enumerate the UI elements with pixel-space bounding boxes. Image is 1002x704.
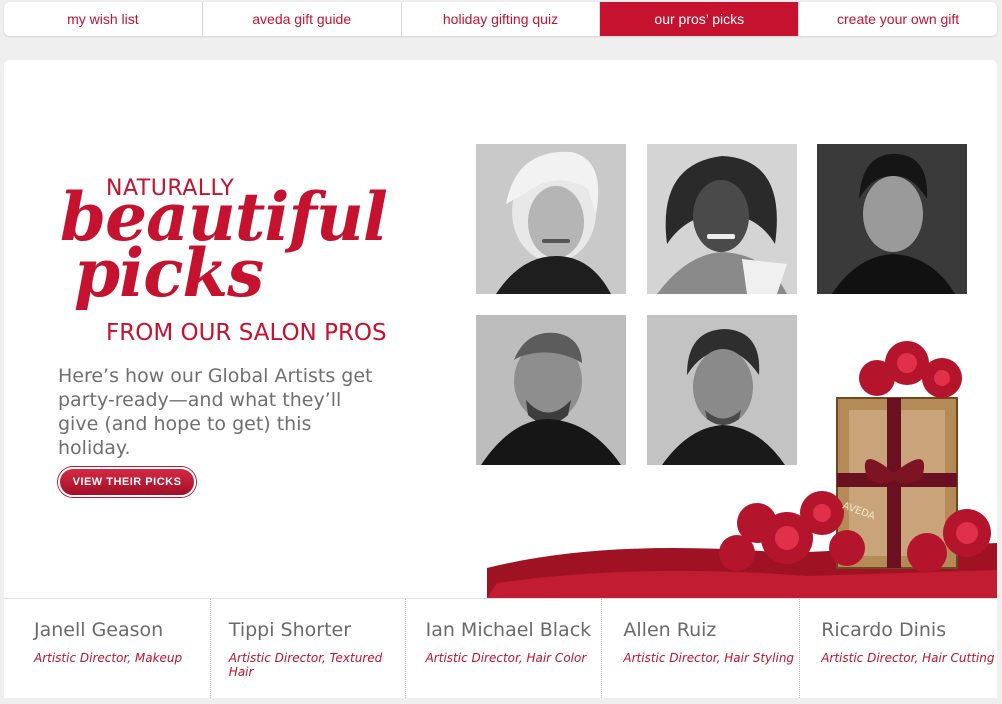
pro-title: Artistic Director, Makeup: [34, 651, 183, 665]
pro-title: Artistic Director, Hair Color: [425, 651, 587, 665]
pro-title: Artistic Director, Hair Cutting: [821, 651, 995, 665]
pro-janell-geason[interactable]: Janell Geason Artistic Director, Makeup: [4, 599, 211, 698]
pro-title: Artistic Director, Hair Styling: [623, 651, 795, 665]
tab-our-pros-picks[interactable]: our pros’ picks: [600, 2, 800, 36]
pro-name: Tippi Shorter: [228, 619, 352, 641]
hero-panel: NATURALLY beautiful picks FROM OUR SALON…: [4, 60, 997, 598]
portrait-image: [476, 144, 626, 294]
tab-aveda-gift-guide[interactable]: aveda gift guide: [203, 2, 402, 36]
pro-allen-ruiz[interactable]: Allen Ruiz Artistic Director, Hair Styli…: [602, 599, 801, 698]
portrait-image: [647, 144, 797, 294]
pros-list: Janell Geason Artistic Director, Makeup …: [4, 598, 997, 698]
holiday-flowers-gift-illustration: AVEDA: [487, 341, 997, 598]
headline-picks: picks: [74, 234, 264, 312]
portrait-tippi-shorter[interactable]: [647, 144, 797, 294]
portrait-image: [817, 144, 967, 294]
pro-name: Ricardo Dinis: [821, 619, 947, 641]
pro-name: Janell Geason: [34, 619, 164, 641]
top-nav: my wish list aveda gift guide holiday gi…: [4, 2, 997, 36]
pro-title: Artistic Director, Textured Hair: [228, 651, 383, 679]
view-their-picks-button[interactable]: VIEW THEIR PICKS: [58, 467, 196, 497]
pro-ricardo-dinis[interactable]: Ricardo Dinis Artistic Director, Hair Cu…: [800, 599, 997, 698]
pro-ian-michael-black[interactable]: Ian Michael Black Artistic Director, Hai…: [406, 599, 603, 698]
pro-tippi-shorter[interactable]: Tippi Shorter Artistic Director, Texture…: [211, 599, 406, 698]
tab-holiday-gifting-quiz[interactable]: holiday gifting quiz: [402, 2, 601, 36]
intro-text: Here’s how our Global Artists get party-…: [58, 365, 373, 459]
tab-create-your-own-gift[interactable]: create your own gift: [799, 2, 997, 36]
portrait-ian-michael-black[interactable]: [817, 144, 967, 294]
portrait-janell-geason[interactable]: [476, 144, 626, 294]
pro-name: Allen Ruiz: [623, 619, 717, 641]
pro-name: Ian Michael Black: [425, 619, 592, 641]
tab-my-wish-list[interactable]: my wish list: [4, 2, 203, 36]
headline-salon-pros: FROM OUR SALON PROS: [106, 320, 387, 346]
